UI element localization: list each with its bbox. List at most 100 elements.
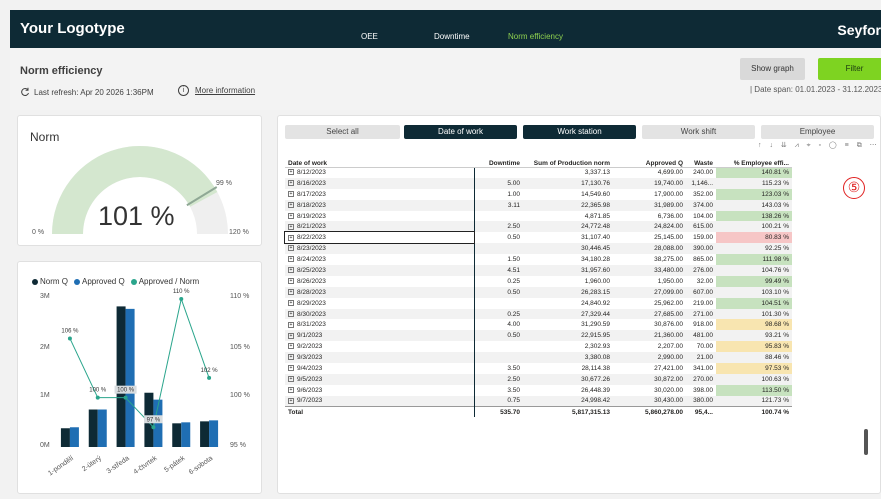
cell-waste: 615.00 (686, 221, 716, 233)
table-row[interactable]: +8/19/2023 4,871.85 6,736.00 104.00 138.26 % (285, 210, 792, 222)
more-information-link[interactable]: More information (195, 86, 255, 95)
show-graph-button[interactable]: Show graph (740, 58, 805, 80)
cell-downtime: 4.51 (474, 265, 523, 276)
slicer-date-of-work[interactable]: Date of work (404, 125, 517, 139)
cell-efficiency: 140.81 % (716, 167, 792, 178)
table-row[interactable]: +9/1/2023 0.50 22,915.95 21,360.00 481.00 93.… (285, 330, 792, 342)
table-row[interactable]: +8/18/2023 3.11 22,365.98 31,989.00 374.00 14… (285, 199, 792, 211)
table-row[interactable]: +8/31/2023 4.00 31,290.59 30,876.00 918.00 98… (285, 319, 792, 331)
cell-production-norm: 30,446.45 (523, 243, 613, 255)
slicer-work-shift[interactable]: Work shift (642, 125, 755, 139)
cell-production-norm: 30,677.26 (523, 373, 613, 385)
expand-icon[interactable]: + (288, 267, 294, 274)
expand-icon[interactable]: + (288, 387, 294, 394)
slicer-employee[interactable]: Employee (761, 125, 874, 139)
col-downtime[interactable]: Downtime (474, 153, 523, 168)
expand-icon[interactable]: + (288, 365, 294, 372)
expand-icon[interactable]: + (288, 343, 294, 350)
expand-icon[interactable]: + (288, 332, 294, 339)
bar-approved-q[interactable] (209, 420, 219, 447)
table-row[interactable]: +8/12/2023 3,337.13 4,699.00 240.00 140.81 % (285, 167, 792, 178)
bar-norm-q[interactable] (88, 409, 98, 447)
cell-efficiency: 113.50 % (716, 384, 792, 396)
data-label: 102 % (201, 368, 219, 374)
bar-norm-q[interactable] (116, 306, 126, 447)
table-row[interactable]: +8/28/2023 0.50 26,283.15 27,099.00 607.00 10… (285, 286, 792, 298)
expand-icon[interactable]: + (288, 397, 294, 404)
table-row[interactable]: +8/16/2023 5.00 17,130.76 19,740.00 1,146...… (285, 177, 792, 189)
expand-icon[interactable]: + (288, 299, 294, 306)
table-row[interactable]: +9/3/2023 3,380.08 2,990.00 21.00 88.46 % (285, 352, 792, 364)
nav-downtime[interactable]: Downtime (434, 32, 470, 41)
filter-button[interactable]: Filter (818, 58, 881, 80)
logo: Your Logotype (20, 20, 125, 37)
point-approved-norm[interactable] (67, 336, 72, 341)
col-waste[interactable]: Waste (686, 153, 716, 168)
table-row[interactable]: +8/29/2023 24,840.92 25,962.00 219.00 104.51… (285, 297, 792, 309)
cell-approved-q: 6,736.00 (657, 212, 683, 220)
expand-icon[interactable]: + (288, 223, 294, 230)
nav-norm-efficiency[interactable]: Norm efficiency (508, 32, 563, 41)
cell-downtime (474, 298, 523, 309)
slicer-select-all[interactable]: Select all (285, 125, 400, 139)
table-row[interactable]: +9/4/2023 3.50 28,114.38 27,421.00 341.00 97.… (285, 363, 792, 374)
cell-waste: 341.00 (693, 364, 713, 372)
slicer-work-station[interactable]: Work station (523, 125, 636, 139)
expand-icon[interactable]: + (288, 201, 294, 208)
expand-icon[interactable]: + (288, 191, 294, 197)
table-row[interactable]: +8/22/2023 0.50 31,107.40 25,145.00 159.00 80… (284, 231, 792, 245)
col-date-of-work[interactable]: Date of work (285, 153, 474, 168)
bar-approved-q[interactable] (181, 422, 191, 447)
expand-icon[interactable]: + (288, 234, 294, 241)
table-row[interactable]: +8/25/2023 4.51 31,957.60 33,480.00 276.00 10… (285, 265, 792, 276)
expand-icon[interactable]: + (288, 376, 294, 383)
table-row[interactable]: +8/17/2023 1.00 14,549.60 17,900.00 352.00 12… (285, 188, 792, 200)
expand-icon[interactable]: + (288, 321, 294, 328)
bar-approved-q[interactable] (69, 427, 79, 447)
brand-logo: Seyfor (837, 22, 881, 38)
visual-toolbar[interactable]: ↑ ↓ ⇊ ⩘ ⌖ ▫ ◯ ≡ ⧉ ⋯ (758, 141, 880, 150)
expand-icon[interactable]: + (288, 310, 294, 317)
nav-oee[interactable]: OEE (361, 32, 378, 41)
table-row[interactable]: +8/23/2023 30,446.45 28,088.00 390.00 92.25 … (285, 243, 792, 255)
point-approved-norm[interactable] (179, 297, 184, 301)
page-header: Norm efficiency Last refresh: Apr 20 202… (10, 48, 881, 110)
cell-approved-q: 19,740.00 (613, 177, 686, 189)
date-text: 8/24/2023 (297, 256, 326, 264)
expand-icon[interactable]: + (288, 289, 294, 296)
expand-icon[interactable]: + (288, 256, 294, 263)
expand-icon[interactable]: + (288, 354, 294, 361)
cell-date: +8/16/2023 (285, 177, 475, 189)
cell-date: +8/25/2023 (285, 265, 475, 276)
expand-icon[interactable]: + (288, 169, 294, 176)
cell-approved-q: 31,989.00 (613, 199, 686, 211)
col-production-norm[interactable]: Sum of Production norm (523, 153, 613, 168)
table-row[interactable]: +8/24/2023 1.50 34,180.28 38,275.00 865.00 11… (285, 254, 792, 266)
expand-icon[interactable]: + (288, 180, 294, 187)
expand-icon[interactable]: + (288, 245, 294, 252)
table-row[interactable]: +8/21/2023 2.50 24,772.48 24,824.00 615.00 10… (285, 221, 792, 233)
point-approved-norm[interactable] (95, 395, 100, 400)
table-row[interactable]: +8/30/2023 0.25 27,329.44 27,685.00 271.00 10… (285, 308, 792, 320)
bar-approved-q[interactable] (125, 308, 135, 447)
bar-norm-q[interactable] (60, 428, 70, 447)
bar-norm-q[interactable] (200, 421, 210, 447)
table-row[interactable]: +8/26/2023 0.25 1,960.00 1,950.00 32.00 99.49… (285, 275, 792, 287)
table-row[interactable]: +9/6/2023 3.50 26,448.39 30,020.00 398.00 113… (285, 384, 792, 396)
expand-icon[interactable]: + (288, 212, 294, 219)
table-row[interactable]: +9/2/2023 2,302.93 2,207.00 70.00 95.83 % (285, 341, 792, 353)
table-scrollbar[interactable] (864, 429, 868, 455)
bar-approved-q[interactable] (97, 409, 107, 447)
expand-icon[interactable]: + (288, 278, 294, 285)
table-row[interactable]: +9/5/2023 2.50 30,677.26 30,872.00 270.00 100… (285, 373, 792, 385)
col-approved-q[interactable]: Approved Q (613, 153, 686, 168)
point-approved-norm[interactable] (123, 395, 128, 400)
more-information[interactable]: i More information (178, 85, 255, 96)
bar-norm-q[interactable] (172, 423, 182, 447)
col-employee-efficiency[interactable]: % Employee effi... (716, 153, 792, 168)
cell-efficiency: 138.26 % (716, 210, 792, 222)
point-approved-norm[interactable] (151, 425, 156, 430)
date-text: 8/26/2023 (297, 277, 326, 285)
table-row[interactable]: +9/7/2023 0.75 24,998.42 30,430.00 380.00 121… (285, 395, 792, 407)
point-approved-norm[interactable] (207, 375, 212, 380)
